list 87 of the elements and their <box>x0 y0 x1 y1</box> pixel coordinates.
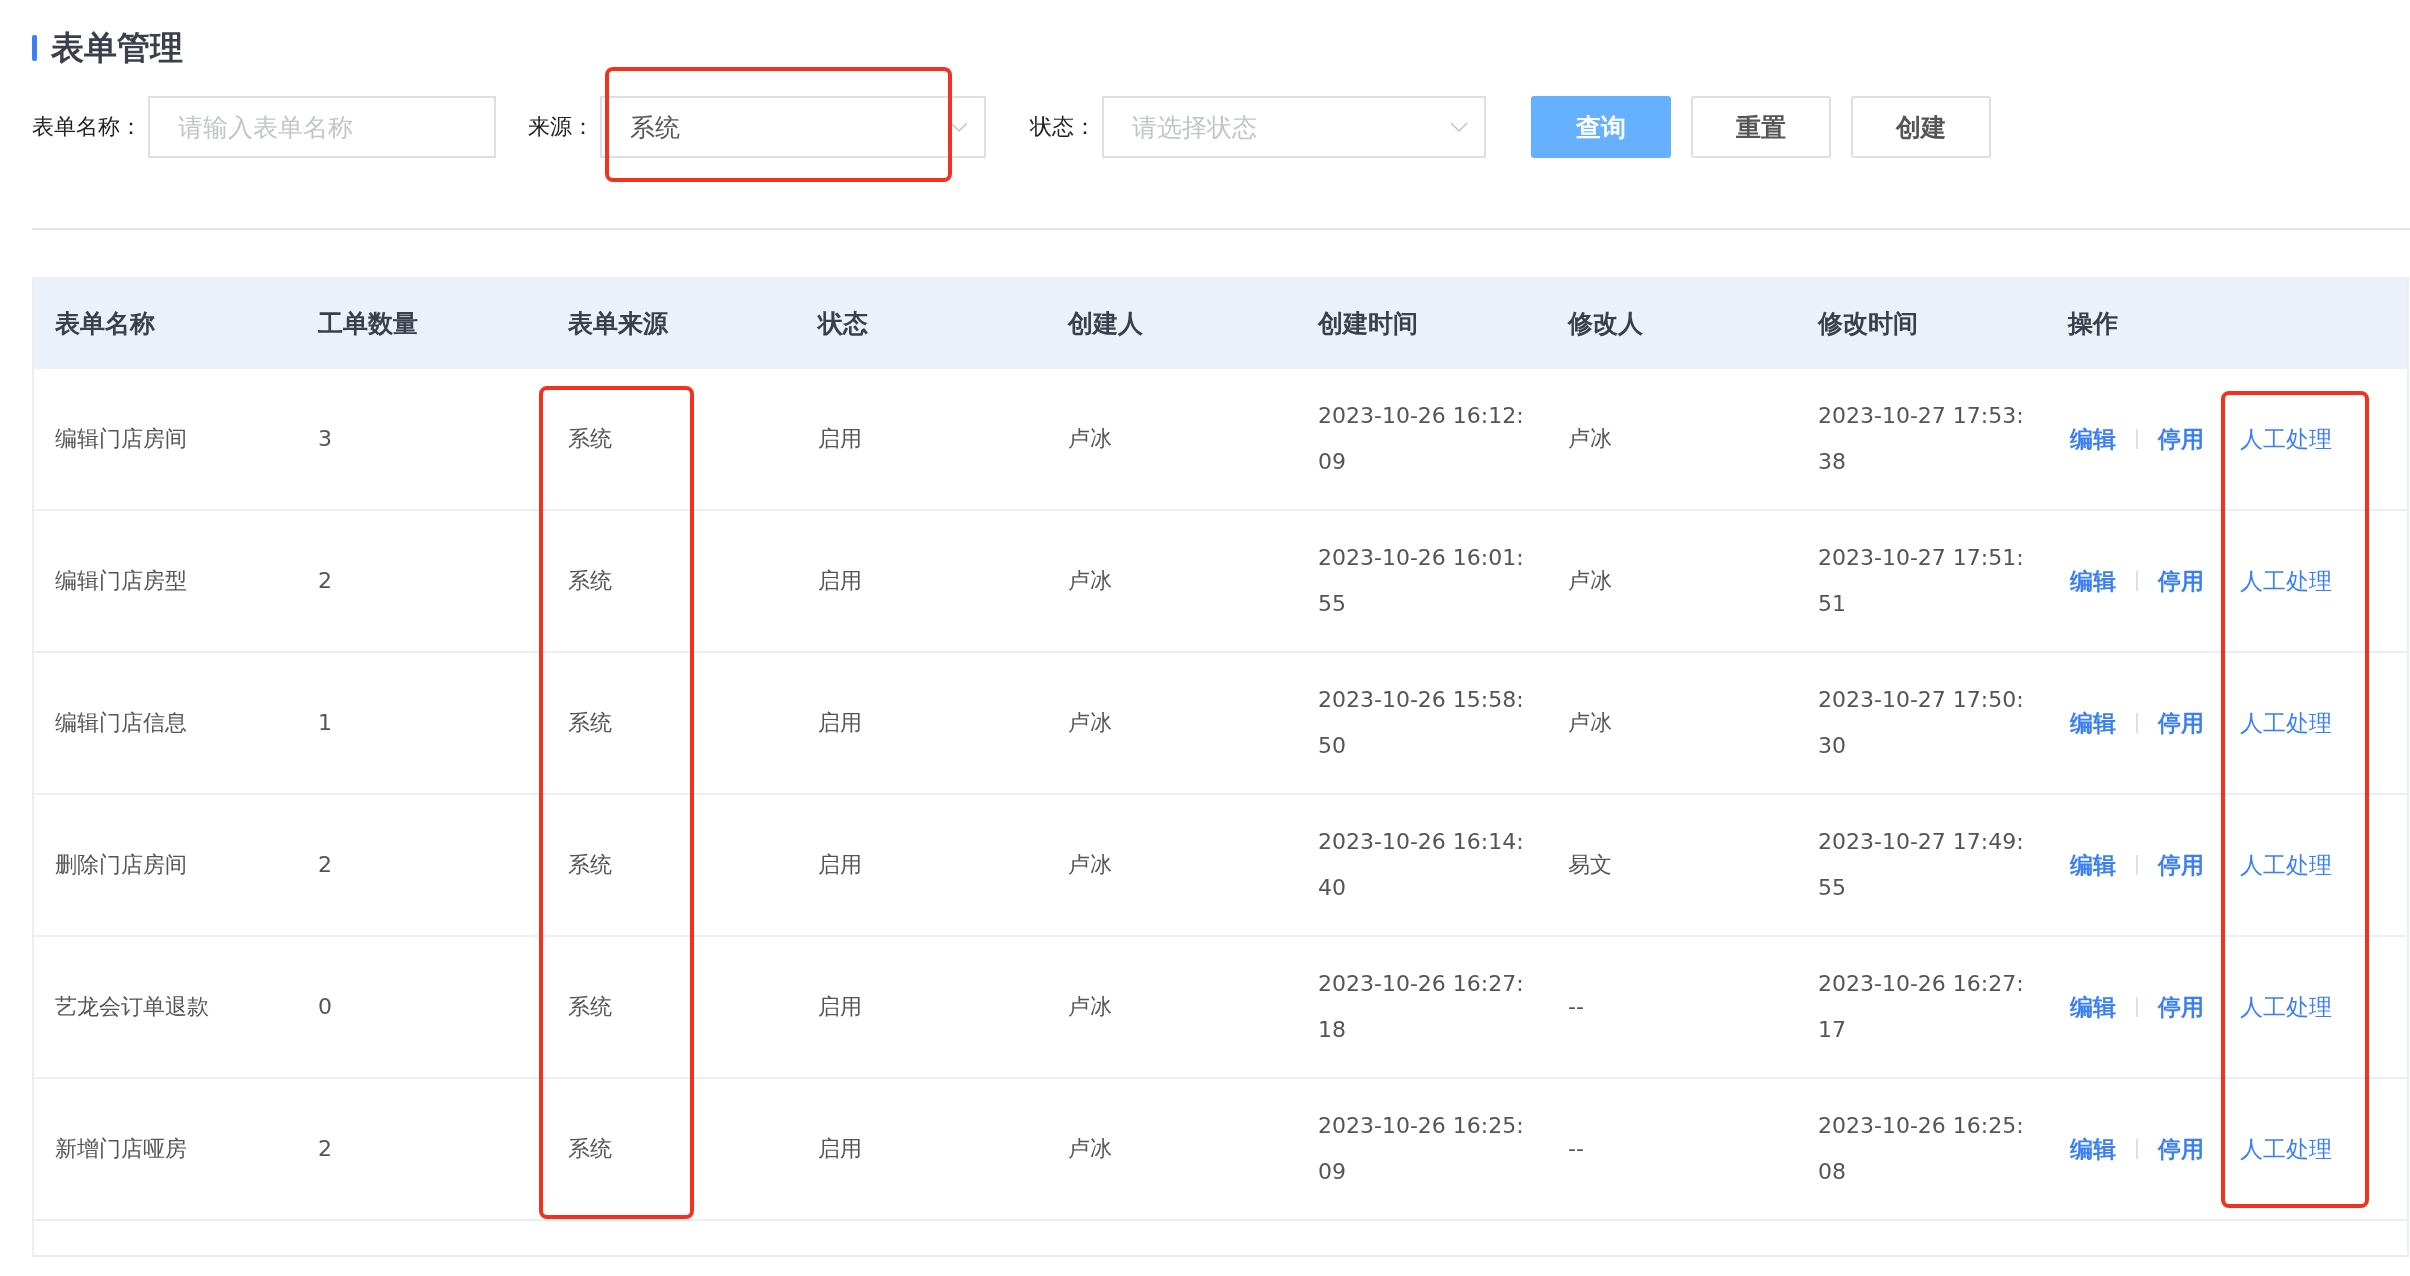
chevron-down-icon <box>1450 122 1468 132</box>
action-button[interactable]: 重置 <box>1691 96 1831 158</box>
column-header: 表单名称 <box>54 307 156 340</box>
action-link[interactable]: 编辑 <box>2070 565 2116 597</box>
table-cell-text: 卢冰 <box>1068 425 1112 453</box>
table-cell-text: 易文 <box>1568 851 1612 879</box>
action-link[interactable]: 人工处理 <box>2240 1133 2332 1165</box>
table-cell-text: 2023-10-26 16:25:08 <box>1818 1112 2025 1186</box>
table-cell-text: 删除门店房间 <box>55 851 187 879</box>
table-cell-text: 艺龙会订单退款 <box>55 993 209 1021</box>
table-cell-text: 2023-10-26 16:25:09 <box>1318 1112 1525 1186</box>
table-cell-text: 卢冰 <box>1068 993 1112 1021</box>
table-cell-text: 2023-10-27 17:51:51 <box>1818 544 2025 618</box>
table-cell-text: 启用 <box>818 1135 862 1163</box>
action-link[interactable]: 人工处理 <box>2240 991 2332 1023</box>
table-cell-text: 1 <box>318 709 332 737</box>
page-title: 表单管理 <box>51 26 183 69</box>
table-cell-text: 卢冰 <box>1068 851 1112 879</box>
table-cell-text: 系统 <box>568 1135 612 1163</box>
table-cell-text: 卢冰 <box>1068 1135 1112 1163</box>
table-cell-text: 3 <box>318 425 332 453</box>
action-link[interactable]: 人工处理 <box>2240 423 2332 455</box>
filter-label: 状态： <box>1030 113 1096 141</box>
action-link[interactable]: 编辑 <box>2070 849 2116 881</box>
column-header: 修改人 <box>1566 307 1644 340</box>
column-header: 操作 <box>2066 307 2119 340</box>
table-cell-text: 启用 <box>818 709 862 737</box>
table-cell-text: 系统 <box>568 851 612 879</box>
table-cell-text: 2023-10-27 17:53:38 <box>1818 402 2025 476</box>
column-header: 创建时间 <box>1316 307 1419 340</box>
table-cell-text: 卢冰 <box>1568 425 1612 453</box>
table-cell-text: 0 <box>318 993 332 1021</box>
table-cell-text: 系统 <box>568 709 612 737</box>
table-cell-text: 系统 <box>568 425 612 453</box>
table-cell-text: 卢冰 <box>1568 567 1612 595</box>
action-link[interactable]: 停用 <box>2158 1133 2204 1165</box>
filter-label: 来源： <box>528 113 594 141</box>
table-cell-text: 2 <box>318 1135 332 1163</box>
action-button[interactable]: 创建 <box>1851 96 1991 158</box>
table-cell-text: 卢冰 <box>1068 567 1112 595</box>
filter-label: 表单名称： <box>32 113 142 141</box>
select-field[interactable]: 系统 <box>600 96 986 158</box>
chevron-down-icon <box>950 122 968 132</box>
query-button[interactable]: 查询 <box>1531 96 1671 158</box>
table-cell-text: 编辑门店信息 <box>55 709 187 737</box>
action-link[interactable]: 停用 <box>2158 707 2204 739</box>
table-cell-text: 2023-10-27 17:50:30 <box>1818 686 2025 760</box>
name-input-field[interactable]: 请输入表单名称 <box>148 96 496 158</box>
table-cell-text: 2023-10-26 16:14:40 <box>1318 828 1525 902</box>
table-cell-text: 卢冰 <box>1568 709 1612 737</box>
table-cell-text: 启用 <box>818 567 862 595</box>
action-link[interactable]: 停用 <box>2158 991 2204 1023</box>
table-cell-text: -- <box>1568 1135 1584 1163</box>
action-link[interactable]: 编辑 <box>2070 423 2116 455</box>
table-cell-text: 2023-10-27 17:49:55 <box>1818 828 2025 902</box>
table-cell-text: 启用 <box>818 851 862 879</box>
table-cell-text: 启用 <box>818 425 862 453</box>
action-link[interactable]: 编辑 <box>2070 1133 2116 1165</box>
table-cell-text: 2 <box>318 851 332 879</box>
table-cell-text: 新增门店哑房 <box>55 1135 187 1163</box>
table-cell-text: 编辑门店房间 <box>55 425 187 453</box>
column-header: 状态 <box>816 307 869 340</box>
table-cell-text: 2023-10-26 16:12:09 <box>1318 402 1525 476</box>
action-link[interactable]: 编辑 <box>2070 991 2116 1023</box>
table-cell-text: 系统 <box>568 567 612 595</box>
action-link[interactable]: 人工处理 <box>2240 707 2332 739</box>
column-header: 创建人 <box>1066 307 1144 340</box>
table-cell-text: -- <box>1568 993 1584 1021</box>
table-cell-text: 卢冰 <box>1068 709 1112 737</box>
column-header: 表单来源 <box>567 307 669 340</box>
action-link[interactable]: 停用 <box>2158 423 2204 455</box>
title-accent-bar <box>32 35 37 61</box>
table-cell-text: 2023-10-26 16:27:17 <box>1818 970 2025 1044</box>
table-cell-text: 编辑门店房型 <box>55 567 187 595</box>
table-cell-text: 2 <box>318 567 332 595</box>
action-link[interactable]: 停用 <box>2158 565 2204 597</box>
action-link[interactable]: 编辑 <box>2070 707 2116 739</box>
table-cell-text: 系统 <box>568 993 612 1021</box>
table-cell-text: 启用 <box>818 993 862 1021</box>
column-header: 修改时间 <box>1816 307 1919 340</box>
table-cell-text: 2023-10-26 16:27:18 <box>1318 970 1525 1044</box>
action-link[interactable]: 停用 <box>2158 849 2204 881</box>
action-link[interactable]: 人工处理 <box>2240 565 2332 597</box>
table-cell-text: 2023-10-26 15:58:50 <box>1318 686 1525 760</box>
column-header: 工单数量 <box>317 307 419 340</box>
action-link[interactable]: 人工处理 <box>2240 849 2332 881</box>
table-cell-text: 2023-10-26 16:01:55 <box>1318 544 1525 618</box>
